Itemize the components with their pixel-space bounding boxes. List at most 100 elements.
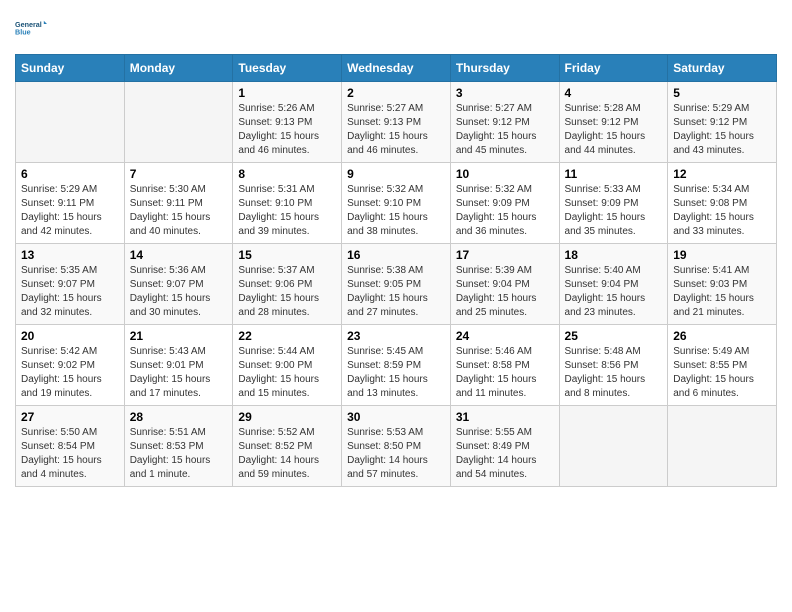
day-info: Sunrise: 5:32 AMSunset: 9:09 PMDaylight:…: [456, 183, 554, 239]
day-number: 16: [347, 248, 445, 262]
week-row-3: 13Sunrise: 5:35 AMSunset: 9:07 PMDayligh…: [16, 244, 777, 325]
day-info: Sunrise: 5:29 AMSunset: 9:12 PMDaylight:…: [673, 102, 771, 158]
weekday-header-saturday: Saturday: [668, 55, 777, 82]
day-number: 18: [565, 248, 663, 262]
day-number: 25: [565, 329, 663, 343]
day-number: 28: [130, 410, 228, 424]
day-info: Sunrise: 5:27 AMSunset: 9:13 PMDaylight:…: [347, 102, 445, 158]
day-cell: 18 Sunrise: 5:40 AMSunset: 9:04 PMDayligh…: [559, 244, 668, 325]
day-info: Sunrise: 5:43 AMSunset: 9:01 PMDaylight:…: [130, 345, 228, 401]
weekday-header-wednesday: Wednesday: [342, 55, 451, 82]
day-info: Sunrise: 5:42 AMSunset: 9:02 PMDaylight:…: [21, 345, 119, 401]
day-number: 17: [456, 248, 554, 262]
day-number: 2: [347, 86, 445, 100]
day-cell: 10 Sunrise: 5:32 AMSunset: 9:09 PMDayligh…: [450, 163, 559, 244]
day-info: Sunrise: 5:41 AMSunset: 9:03 PMDaylight:…: [673, 264, 771, 320]
page-header: General Blue: [15, 10, 777, 46]
day-number: 8: [238, 167, 336, 181]
day-number: 19: [673, 248, 771, 262]
day-number: 3: [456, 86, 554, 100]
day-cell: 13Sunrise: 5:35 AMSunset: 9:07 PMDayligh…: [16, 244, 125, 325]
day-info: Sunrise: 5:55 AMSunset: 8:49 PMDaylight:…: [456, 426, 554, 482]
day-cell: 29 Sunrise: 5:52 AMSunset: 8:52 PMDayligh…: [233, 406, 342, 487]
weekday-header-sunday: Sunday: [16, 55, 125, 82]
day-cell: 5 Sunrise: 5:29 AMSunset: 9:12 PMDaylight…: [668, 82, 777, 163]
day-cell: 2 Sunrise: 5:27 AMSunset: 9:13 PMDaylight…: [342, 82, 451, 163]
week-row-1: 1 Sunrise: 5:26 AMSunset: 9:13 PMDaylight…: [16, 82, 777, 163]
logo-svg: General Blue: [15, 10, 47, 46]
day-number: 5: [673, 86, 771, 100]
day-number: 31: [456, 410, 554, 424]
day-cell: 1 Sunrise: 5:26 AMSunset: 9:13 PMDaylight…: [233, 82, 342, 163]
day-cell: [124, 82, 233, 163]
day-info: Sunrise: 5:46 AMSunset: 8:58 PMDaylight:…: [456, 345, 554, 401]
day-number: 6: [21, 167, 119, 181]
day-cell: 22 Sunrise: 5:44 AMSunset: 9:00 PMDayligh…: [233, 325, 342, 406]
day-info: Sunrise: 5:31 AMSunset: 9:10 PMDaylight:…: [238, 183, 336, 239]
day-cell: 9Sunrise: 5:32 AMSunset: 9:10 PMDaylight…: [342, 163, 451, 244]
day-info: Sunrise: 5:30 AMSunset: 9:11 PMDaylight:…: [130, 183, 228, 239]
day-cell: [668, 406, 777, 487]
day-cell: 6Sunrise: 5:29 AMSunset: 9:11 PMDaylight…: [16, 163, 125, 244]
day-cell: 27 Sunrise: 5:50 AMSunset: 8:54 PMDayligh…: [16, 406, 125, 487]
day-number: 27: [21, 410, 119, 424]
day-info: Sunrise: 5:38 AMSunset: 9:05 PMDaylight:…: [347, 264, 445, 320]
day-info: Sunrise: 5:34 AMSunset: 9:08 PMDaylight:…: [673, 183, 771, 239]
day-cell: 19 Sunrise: 5:41 AMSunset: 9:03 PMDayligh…: [668, 244, 777, 325]
day-info: Sunrise: 5:45 AMSunset: 8:59 PMDaylight:…: [347, 345, 445, 401]
day-number: 12: [673, 167, 771, 181]
day-cell: 8 Sunrise: 5:31 AMSunset: 9:10 PMDaylight…: [233, 163, 342, 244]
day-cell: [16, 82, 125, 163]
week-row-5: 27 Sunrise: 5:50 AMSunset: 8:54 PMDayligh…: [16, 406, 777, 487]
day-cell: 30Sunrise: 5:53 AMSunset: 8:50 PMDayligh…: [342, 406, 451, 487]
day-info: Sunrise: 5:48 AMSunset: 8:56 PMDaylight:…: [565, 345, 663, 401]
day-number: 7: [130, 167, 228, 181]
day-number: 10: [456, 167, 554, 181]
weekday-header-row: SundayMondayTuesdayWednesdayThursdayFrid…: [16, 55, 777, 82]
day-number: 29: [238, 410, 336, 424]
day-number: 1: [238, 86, 336, 100]
weekday-header-monday: Monday: [124, 55, 233, 82]
day-info: Sunrise: 5:37 AMSunset: 9:06 PMDaylight:…: [238, 264, 336, 320]
day-number: 4: [565, 86, 663, 100]
day-info: Sunrise: 5:44 AMSunset: 9:00 PMDaylight:…: [238, 345, 336, 401]
day-cell: [559, 406, 668, 487]
day-info: Sunrise: 5:52 AMSunset: 8:52 PMDaylight:…: [238, 426, 336, 482]
day-info: Sunrise: 5:27 AMSunset: 9:12 PMDaylight:…: [456, 102, 554, 158]
day-cell: 20 Sunrise: 5:42 AMSunset: 9:02 PMDayligh…: [16, 325, 125, 406]
svg-text:Blue: Blue: [15, 27, 31, 36]
day-number: 14: [130, 248, 228, 262]
day-cell: 23Sunrise: 5:45 AMSunset: 8:59 PMDayligh…: [342, 325, 451, 406]
day-info: Sunrise: 5:50 AMSunset: 8:54 PMDaylight:…: [21, 426, 119, 482]
day-cell: 4Sunrise: 5:28 AMSunset: 9:12 PMDaylight…: [559, 82, 668, 163]
day-info: Sunrise: 5:39 AMSunset: 9:04 PMDaylight:…: [456, 264, 554, 320]
week-row-2: 6Sunrise: 5:29 AMSunset: 9:11 PMDaylight…: [16, 163, 777, 244]
day-number: 30: [347, 410, 445, 424]
day-info: Sunrise: 5:33 AMSunset: 9:09 PMDaylight:…: [565, 183, 663, 239]
day-info: Sunrise: 5:49 AMSunset: 8:55 PMDaylight:…: [673, 345, 771, 401]
day-number: 15: [238, 248, 336, 262]
day-cell: 24Sunrise: 5:46 AMSunset: 8:58 PMDayligh…: [450, 325, 559, 406]
day-info: Sunrise: 5:35 AMSunset: 9:07 PMDaylight:…: [21, 264, 119, 320]
day-number: 11: [565, 167, 663, 181]
day-cell: 17 Sunrise: 5:39 AMSunset: 9:04 PMDayligh…: [450, 244, 559, 325]
day-cell: 21 Sunrise: 5:43 AMSunset: 9:01 PMDayligh…: [124, 325, 233, 406]
day-info: Sunrise: 5:40 AMSunset: 9:04 PMDaylight:…: [565, 264, 663, 320]
day-number: 9: [347, 167, 445, 181]
day-cell: 25 Sunrise: 5:48 AMSunset: 8:56 PMDayligh…: [559, 325, 668, 406]
day-cell: 3 Sunrise: 5:27 AMSunset: 9:12 PMDaylight…: [450, 82, 559, 163]
day-info: Sunrise: 5:26 AMSunset: 9:13 PMDaylight:…: [238, 102, 336, 158]
day-number: 22: [238, 329, 336, 343]
weekday-header-tuesday: Tuesday: [233, 55, 342, 82]
day-number: 21: [130, 329, 228, 343]
day-cell: 31 Sunrise: 5:55 AMSunset: 8:49 PMDayligh…: [450, 406, 559, 487]
day-cell: 16 Sunrise: 5:38 AMSunset: 9:05 PMDayligh…: [342, 244, 451, 325]
day-cell: 28 Sunrise: 5:51 AMSunset: 8:53 PMDayligh…: [124, 406, 233, 487]
day-info: Sunrise: 5:51 AMSunset: 8:53 PMDaylight:…: [130, 426, 228, 482]
weekday-header-friday: Friday: [559, 55, 668, 82]
day-info: Sunrise: 5:36 AMSunset: 9:07 PMDaylight:…: [130, 264, 228, 320]
day-number: 20: [21, 329, 119, 343]
logo: General Blue: [15, 10, 47, 46]
calendar-table: SundayMondayTuesdayWednesdayThursdayFrid…: [15, 54, 777, 487]
day-cell: 12 Sunrise: 5:34 AMSunset: 9:08 PMDayligh…: [668, 163, 777, 244]
